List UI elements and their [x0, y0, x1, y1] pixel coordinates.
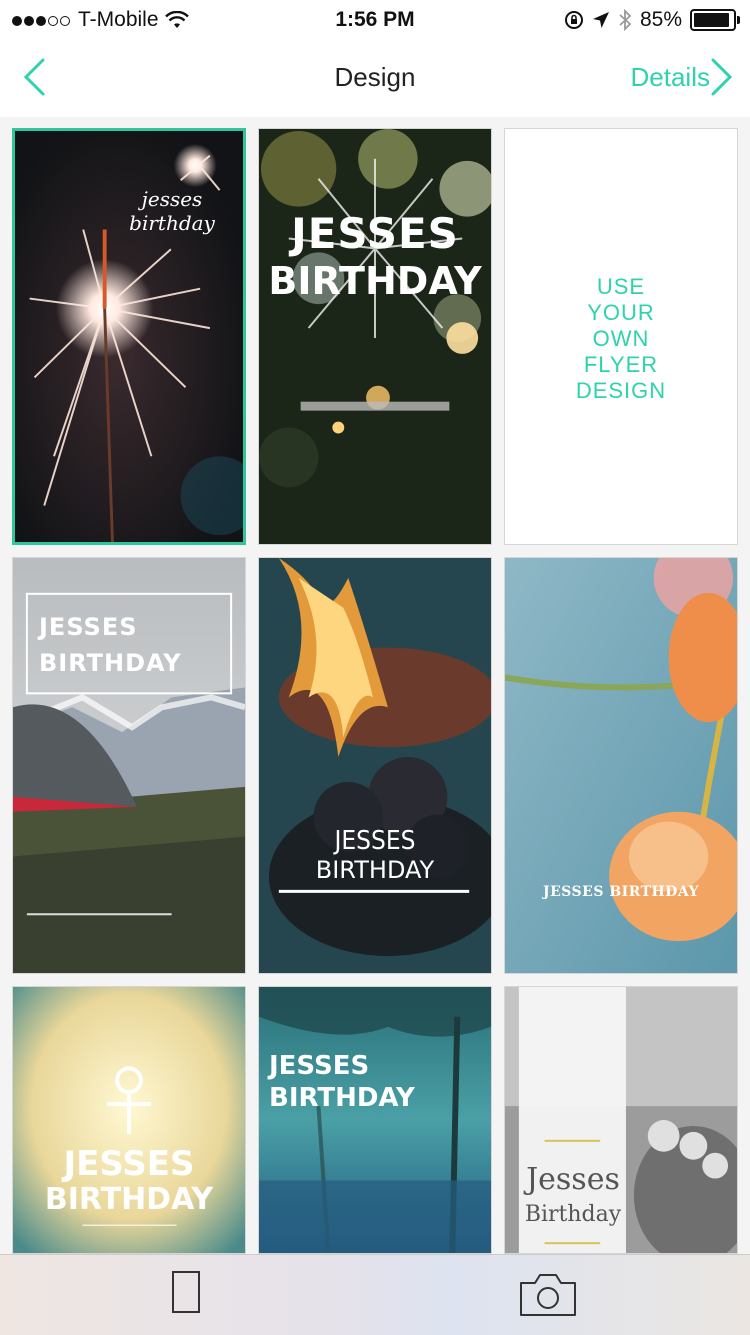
design-title-line2: Birthday	[524, 1202, 622, 1227]
flyer-page-icon[interactable]	[172, 1271, 200, 1313]
design-card-mountain[interactable]: JESSES BIRTHDAY	[12, 557, 246, 974]
design-title-line1: JESSES	[291, 209, 459, 258]
design-title: jesses birthday	[129, 187, 215, 235]
forward-chevron-icon[interactable]	[704, 54, 738, 100]
bokeh-lights-image	[259, 129, 491, 544]
bottom-tab-bar	[0, 1254, 750, 1335]
use-own-flyer-card[interactable]: USE YOUR OWN FLYER DESIGN	[504, 128, 738, 545]
design-title-line2: BIRTHDAY	[268, 259, 482, 303]
design-title-line1: JESSES	[63, 1144, 195, 1184]
design-title-line1: Jesses	[526, 1162, 620, 1197]
battery-percent: 85%	[639, 8, 682, 31]
design-card-sparkler[interactable]: jesses birthday	[12, 128, 246, 545]
campfire-image	[259, 558, 491, 973]
flowers-image	[505, 558, 737, 973]
design-grid: jesses birthday JESSES BIRTHDAY USE YOUR…	[0, 117, 750, 1254]
design-title-line2: BIRTHDAY	[269, 1083, 415, 1113]
design-card-campfire[interactable]: JESSES BIRTHDAY	[258, 557, 492, 974]
design-title: JESSES BIRTHDAY	[542, 884, 700, 900]
design-card-desert[interactable]: JESSES BIRTHDAY	[12, 986, 246, 1254]
design-title-line2: BIRTHDAY	[39, 649, 182, 677]
camera-icon[interactable]	[518, 1271, 578, 1317]
design-card-palms[interactable]: JESSES BIRTHDAY	[258, 986, 492, 1254]
details-button[interactable]: Details	[631, 62, 710, 93]
design-card-flowers[interactable]: JESSES BIRTHDAY	[504, 557, 738, 974]
battery-icon	[690, 9, 740, 31]
use-own-flyer-text: USE YOUR OWN FLYER DESIGN	[575, 274, 667, 403]
status-bar: T-Mobile 1:56 PM 85%	[0, 0, 750, 40]
location-arrow-icon	[592, 12, 609, 28]
bluetooth-icon	[619, 9, 632, 31]
design-card-baby[interactable]: Jesses Birthday	[504, 986, 738, 1254]
rotation-lock-icon	[564, 11, 583, 29]
palm-trees-image	[259, 987, 491, 1253]
design-title-line2: BIRTHDAY	[44, 1182, 214, 1217]
design-title-line2: BIRTHDAY	[315, 856, 435, 884]
design-title-line1: JESSES	[39, 613, 138, 641]
design-title-line1: JESSES	[334, 826, 416, 856]
design-card-bokeh[interactable]: JESSES BIRTHDAY	[258, 128, 492, 545]
navigation-bar: Design Details	[0, 40, 750, 118]
design-title-line1: JESSES	[269, 1051, 370, 1081]
